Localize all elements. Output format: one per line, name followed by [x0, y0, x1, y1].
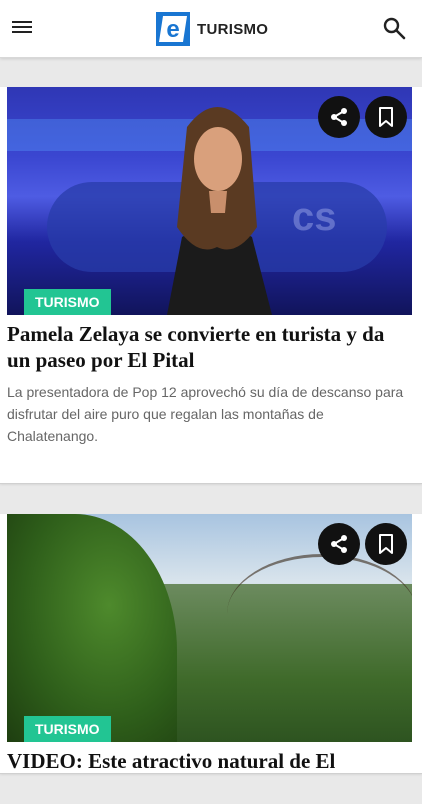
category-tag[interactable]: TURISMO [24, 716, 111, 742]
article-image[interactable]: TURISMO [7, 514, 412, 742]
article-title[interactable]: Pamela Zelaya se convierte en turista y … [7, 321, 410, 373]
search-icon[interactable] [382, 16, 406, 40]
article-card[interactable]: cs TURISMO Pamela Zelaya se convierte en… [0, 87, 422, 484]
presenter-figure [167, 107, 272, 315]
article-feed: cs TURISMO Pamela Zelaya se convierte en… [0, 66, 422, 804]
logo-letter: e [166, 16, 179, 42]
share-button[interactable] [318, 523, 360, 565]
app-header: e TURISMO [0, 0, 422, 58]
bookmark-button[interactable] [365, 523, 407, 565]
logo-e-glyph: e [159, 16, 187, 42]
hamburger-menu-icon[interactable] [12, 17, 34, 39]
tree-branch-shape [227, 554, 412, 674]
site-logo[interactable]: e TURISMO [156, 12, 268, 46]
share-icon [331, 535, 347, 553]
article-card[interactable]: TURISMO VIDEO: Este atractivo natural de… [0, 514, 422, 774]
category-tag[interactable]: TURISMO [24, 289, 111, 315]
article-summary: La presentadora de Pop 12 aprovechó su d… [7, 384, 404, 444]
logo-e-icon: e [156, 12, 190, 46]
bookmark-icon [379, 534, 393, 554]
hill-shape [7, 514, 177, 742]
share-button[interactable] [318, 96, 360, 138]
section-title: TURISMO [197, 20, 269, 38]
article-title[interactable]: VIDEO: Este atractivo natural de El [7, 748, 410, 774]
share-icon [331, 108, 347, 126]
bookmark-button[interactable] [365, 96, 407, 138]
article-image[interactable]: cs TURISMO [7, 87, 412, 315]
bookmark-icon [379, 107, 393, 127]
